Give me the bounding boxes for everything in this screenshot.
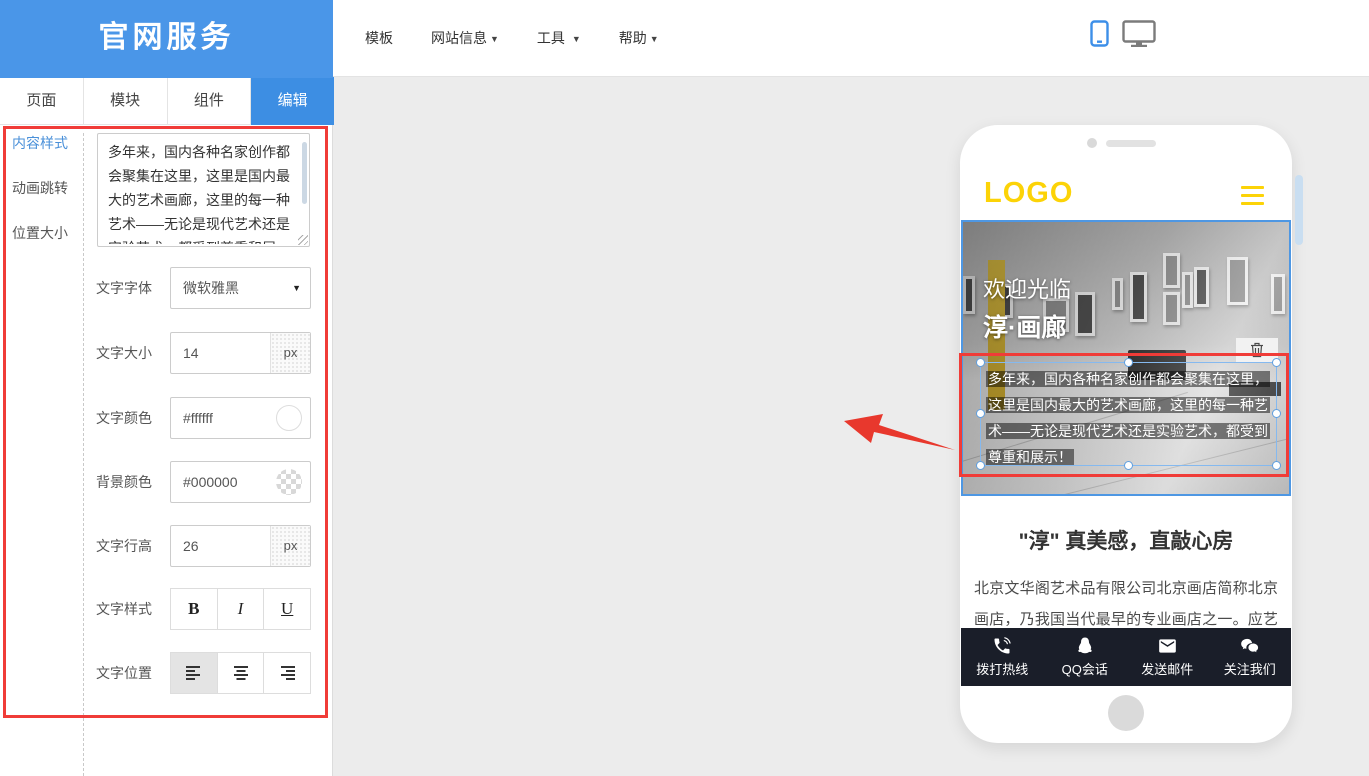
app-logo: 官网服务 xyxy=(0,0,333,78)
line-height-label: 文字行高 xyxy=(96,525,152,567)
font-family-value: 微软雅黑 xyxy=(171,268,310,308)
italic-button[interactable]: I xyxy=(218,588,265,630)
chevron-down-icon: ▼ xyxy=(292,268,301,308)
top-navbar: 模板 网站信息▼ 工具 ▼ 帮助▼ xyxy=(333,0,1369,77)
sidebar-item-content-style[interactable]: 内容样式 xyxy=(12,133,68,153)
chevron-down-icon: ▼ xyxy=(572,34,581,44)
line-height-input[interactable] xyxy=(171,526,269,566)
nav-item-help[interactable]: 帮助▼ xyxy=(619,28,659,48)
selection-handle[interactable] xyxy=(976,358,985,367)
text-align-group xyxy=(170,652,311,694)
bg-color-field[interactable]: #000000 xyxy=(170,461,311,503)
trash-icon xyxy=(1250,342,1264,358)
nav-item-tools[interactable]: 工具 ▼ xyxy=(537,28,581,48)
edit-panel: 内容样式 动画跳转 位置大小 多年来，国内各种名家创作都会聚集在这里，这里是国内… xyxy=(0,125,333,776)
phone-call-icon xyxy=(992,636,1012,656)
underline-button[interactable]: U xyxy=(264,588,311,630)
selection-handle[interactable] xyxy=(1272,461,1281,470)
font-size-row: 文字大小 px xyxy=(0,332,333,374)
hero-title-text: 淳·画廊 xyxy=(983,308,1066,344)
annotation-arrow xyxy=(830,400,965,460)
nav-item-site-info[interactable]: 网站信息▼ xyxy=(431,28,499,48)
text-color-field[interactable]: #ffffff xyxy=(170,397,311,439)
phone-bottom-toolbar: 拨打热线 QQ会话 发送邮件 关注我们 xyxy=(961,628,1291,686)
nav-item-template[interactable]: 模板 xyxy=(365,28,393,48)
mobile-preview-icon[interactable] xyxy=(1090,20,1109,52)
phone-speaker-bar xyxy=(1106,140,1156,147)
desktop-preview-icon[interactable] xyxy=(1122,20,1156,52)
qq-icon xyxy=(1075,636,1095,656)
tab-edit[interactable]: 编辑 xyxy=(251,77,334,125)
phone-camera-dot xyxy=(1087,138,1097,148)
toolbar-item-call[interactable]: 拨打热线 xyxy=(961,628,1044,686)
toolbar-item-mail[interactable]: 发送邮件 xyxy=(1126,628,1209,686)
bg-color-swatch[interactable] xyxy=(276,469,302,495)
font-family-label: 文字字体 xyxy=(96,267,152,309)
align-center-icon xyxy=(233,666,249,680)
align-right-button[interactable] xyxy=(264,652,311,694)
delete-button[interactable] xyxy=(1236,338,1278,362)
resize-grip-icon[interactable] xyxy=(298,235,308,245)
sidebar-item-position-size[interactable]: 位置大小 xyxy=(12,223,68,243)
wechat-icon xyxy=(1239,636,1260,656)
align-left-icon xyxy=(186,666,202,680)
align-right-icon xyxy=(279,666,295,680)
line-height-unit: px xyxy=(270,526,310,566)
selection-handle[interactable] xyxy=(1272,409,1281,418)
content-text-input[interactable]: 多年来，国内各种名家创作都会聚集在这里，这里是国内最大的艺术画廊，这里的每一种艺… xyxy=(98,134,295,244)
selection-handle[interactable] xyxy=(976,461,985,470)
font-size-label: 文字大小 xyxy=(96,332,152,374)
chevron-down-icon: ▼ xyxy=(490,34,499,44)
selection-handle[interactable] xyxy=(1124,461,1133,470)
mail-icon xyxy=(1157,636,1178,656)
chevron-down-icon: ▼ xyxy=(650,34,659,44)
hero-welcome-text: 欢迎光临 xyxy=(983,272,1071,304)
text-style-group: B I U xyxy=(170,588,311,630)
text-color-swatch[interactable] xyxy=(276,405,302,431)
line-height-row: 文字行高 px xyxy=(0,525,333,567)
selection-handle[interactable] xyxy=(1124,358,1133,367)
text-align-row: 文字位置 xyxy=(0,652,333,694)
section-heading: "淳" 真美感，直敲心房 xyxy=(960,525,1292,555)
font-size-input[interactable] xyxy=(171,333,269,373)
phone-home-button[interactable] xyxy=(1108,695,1144,731)
text-style-row: 文字样式 B I U xyxy=(0,588,333,630)
preview-scrollbar[interactable] xyxy=(1295,175,1303,245)
toolbar-item-wechat[interactable]: 关注我们 xyxy=(1209,628,1292,686)
app-window: 官网服务 模板 网站信息▼ 工具 ▼ 帮助▼ 页面 模块 组件 编辑 内容样式 … xyxy=(0,0,1369,776)
sidebar-item-animation-jump[interactable]: 动画跳转 xyxy=(12,178,68,198)
tab-page[interactable]: 页面 xyxy=(0,77,84,125)
text-align-label: 文字位置 xyxy=(96,652,152,694)
align-left-button[interactable] xyxy=(170,652,218,694)
toolbar-item-qq[interactable]: QQ会话 xyxy=(1044,628,1127,686)
text-style-label: 文字样式 xyxy=(96,588,152,630)
panel-tabbar: 页面 模块 组件 编辑 xyxy=(0,77,334,125)
font-size-field: px xyxy=(170,332,311,374)
bold-button[interactable]: B xyxy=(170,588,218,630)
hamburger-menu-icon[interactable] xyxy=(1241,186,1264,210)
text-color-row: 文字颜色 #ffffff xyxy=(0,397,333,439)
text-color-label: 文字颜色 xyxy=(96,397,152,439)
selected-text-block[interactable]: 多年来，国内各种名家创作都会聚集在这里，这里是国内最大的艺术画廊，这里的每一种艺… xyxy=(980,362,1277,466)
selection-handle[interactable] xyxy=(1272,358,1281,367)
site-logo[interactable]: LOGO xyxy=(984,177,1073,210)
textarea-scrollbar[interactable] xyxy=(302,142,307,204)
content-text-field: 多年来，国内各种名家创作都会聚集在这里，这里是国内最大的艺术画廊，这里的每一种艺… xyxy=(97,133,310,247)
tab-component[interactable]: 组件 xyxy=(168,77,252,125)
hero-banner-block[interactable]: 欢迎光临 淳·画廊 多年来，国内各种名家创作都会聚集在这里，这里是国内最大的艺术… xyxy=(961,220,1291,496)
bg-color-row: 背景颜色 #000000 xyxy=(0,461,333,503)
font-size-unit: px xyxy=(270,333,310,373)
phone-mockup: LOGO 欢 xyxy=(960,125,1292,743)
align-center-button[interactable] xyxy=(218,652,265,694)
font-family-row: 文字字体 微软雅黑 ▼ xyxy=(0,267,333,309)
device-preview-toggle xyxy=(1090,20,1156,52)
bg-color-label: 背景颜色 xyxy=(96,461,152,503)
tab-module[interactable]: 模块 xyxy=(84,77,168,125)
line-height-field: px xyxy=(170,525,311,567)
font-family-select[interactable]: 微软雅黑 ▼ xyxy=(170,267,311,309)
selection-handle[interactable] xyxy=(976,409,985,418)
